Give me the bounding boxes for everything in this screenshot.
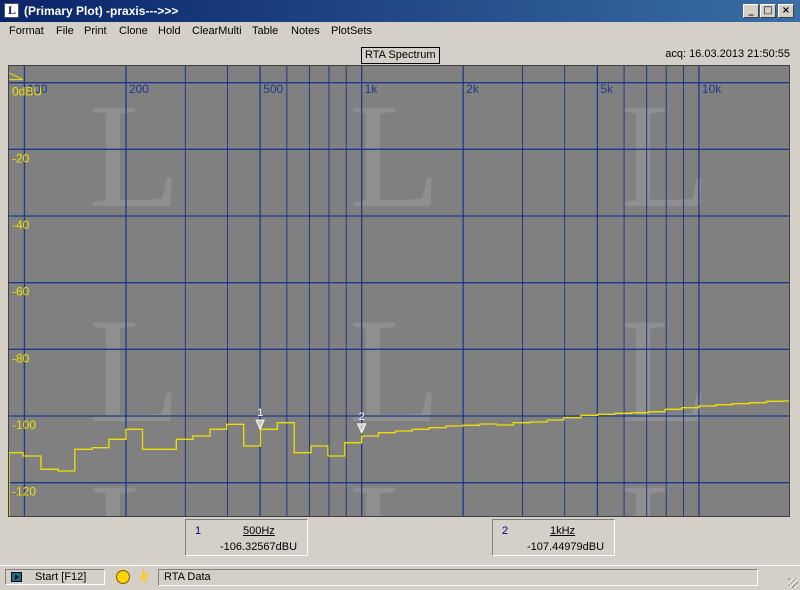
acquisition-timestamp: acq: 16.03.2013 21:50:55 [665, 48, 790, 60]
y-tick-label: -80 [12, 351, 30, 365]
window-title: (Primary Plot) -praxis--->>> [24, 4, 179, 18]
watermark-logo: L [89, 453, 181, 516]
menu-hold[interactable]: Hold [158, 25, 181, 37]
x-tick-label: 5k [600, 82, 614, 96]
menu-bar: Format File Print Clone Hold ClearMulti … [0, 22, 800, 42]
plot-title[interactable]: RTA Spectrum [361, 47, 440, 64]
rta-spectrum-chart[interactable]: LLLLLLLLL1002005001k2k5k10k0dBU-20-40-60… [9, 66, 789, 516]
menu-plotsets[interactable]: PlotSets [331, 25, 372, 37]
y-tick-label: -100 [12, 418, 36, 432]
x-tick-label: 10k [702, 82, 722, 96]
cursor-frequency[interactable]: 1kHz [550, 525, 575, 537]
menu-print[interactable]: Print [84, 25, 107, 37]
cursor-number: 2 [502, 525, 509, 537]
menu-file[interactable]: File [56, 25, 74, 37]
status-bar: Start [F12] ⚡ RTA Data [0, 565, 800, 590]
gauge-icon[interactable] [116, 570, 130, 584]
start-icon [11, 572, 22, 582]
watermark-logo: L [619, 73, 711, 239]
cursor-number: 1 [195, 525, 202, 537]
status-text: RTA Data [164, 571, 211, 583]
y-tick-label: -40 [12, 218, 30, 232]
maximize-button[interactable]: □ [760, 4, 776, 18]
cursor-value: -106.32567dBU [220, 541, 298, 553]
start-button[interactable]: Start [F12] [5, 569, 105, 585]
cursor-marker-label: 2 [359, 411, 365, 423]
cursor-marker-label: 1 [257, 407, 263, 419]
x-tick-label: 500 [263, 82, 283, 96]
watermark-logo: L [619, 288, 711, 454]
cursor-frequency[interactable]: 500Hz [243, 525, 275, 537]
watermark-logo: L [89, 73, 181, 239]
x-tick-label: 2k [466, 82, 480, 96]
app-logo-icon[interactable] [4, 3, 19, 18]
resize-grip-icon[interactable] [788, 578, 798, 588]
cursor-value: -107.44979dBU [527, 541, 605, 553]
watermark-logo: L [619, 453, 711, 516]
status-panel: RTA Data [158, 569, 758, 586]
minimize-button[interactable]: _ [743, 4, 759, 18]
watermark-logo: L [349, 73, 441, 239]
plot-area[interactable]: LLLLLLLLL1002005001k2k5k10k0dBU-20-40-60… [8, 65, 790, 517]
cursor-readout-1[interactable]: 1 500Hz -106.32567dBU [185, 519, 308, 556]
menu-table[interactable]: Table [252, 25, 278, 37]
y-tick-label: -60 [12, 285, 30, 299]
start-label: Start [F12] [35, 571, 87, 583]
menu-notes[interactable]: Notes [291, 25, 320, 37]
menu-clone[interactable]: Clone [119, 25, 148, 37]
watermark-logo: L [349, 453, 441, 516]
plug-icon[interactable]: ⚡ [133, 566, 155, 588]
menu-clearmulti[interactable]: ClearMulti [192, 25, 242, 37]
x-tick-label: 200 [129, 82, 149, 96]
close-button[interactable]: × [778, 4, 794, 18]
reference-level-marker [9, 72, 24, 81]
x-tick-label: 1k [365, 82, 379, 96]
cursor-readout-2[interactable]: 2 1kHz -107.44979dBU [492, 519, 615, 556]
cursor-marker-icon [255, 419, 265, 431]
y-tick-label: 0dBU [12, 85, 42, 99]
menu-format[interactable]: Format [9, 25, 44, 37]
y-tick-label: -120 [12, 485, 36, 499]
title-bar: (Primary Plot) -praxis--->>> _ □ × [0, 0, 800, 22]
y-tick-label: -20 [12, 151, 30, 165]
